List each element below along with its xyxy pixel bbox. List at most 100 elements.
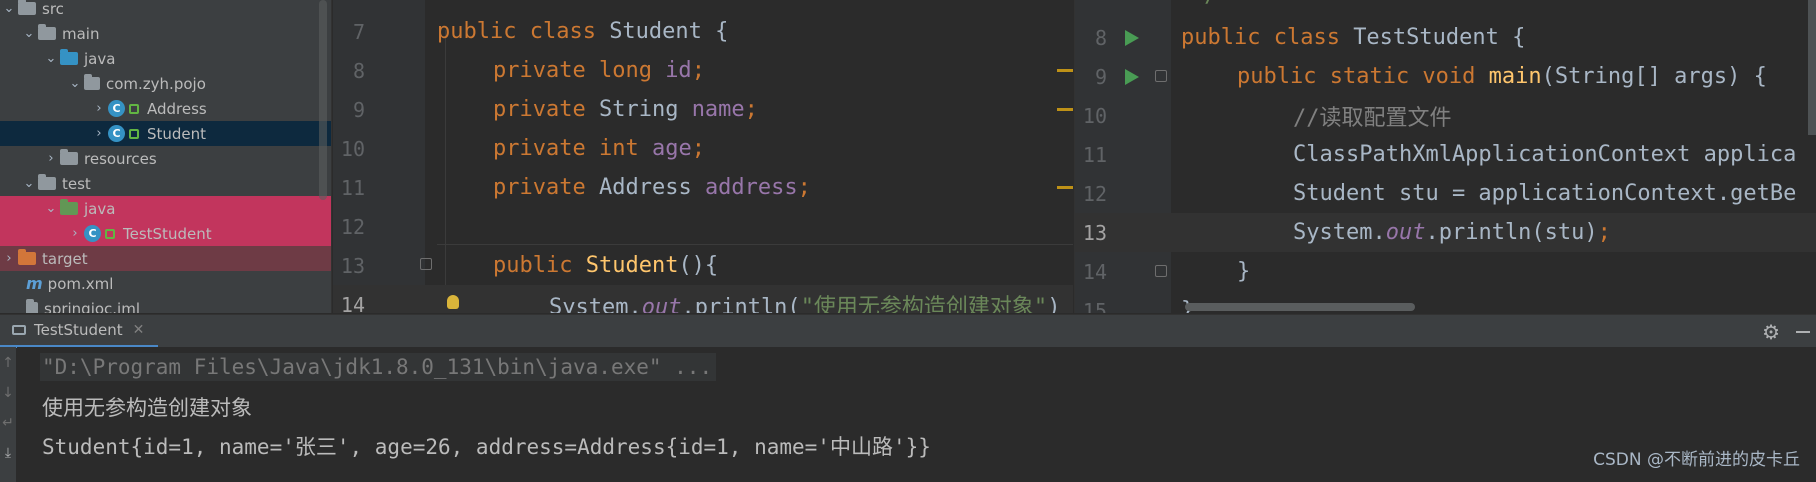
code-line[interactable]: 13 public Student(){ <box>333 246 1073 285</box>
warning-marker[interactable] <box>1057 186 1073 189</box>
code-token: System. <box>1293 220 1386 245</box>
tree-item-label: Student <box>147 124 207 143</box>
tree-item-label: TestStudent <box>123 224 212 243</box>
vertical-scrollbar[interactable] <box>1808 0 1816 135</box>
code-token: ; <box>691 58 705 83</box>
tree-item-label: resources <box>84 149 157 168</box>
code-token: private int <box>493 136 652 161</box>
tree-item-resources[interactable]: › resources <box>0 146 331 171</box>
chevron-right-icon[interactable]: › <box>66 226 84 241</box>
soft-wrap-icon[interactable]: ↵ <box>0 415 16 431</box>
minimize-icon[interactable] <box>1796 331 1810 333</box>
tree-item-test-java[interactable]: ⌄ java <box>0 196 331 221</box>
tree-item-student[interactable]: › C Student <box>0 121 331 146</box>
tree-item-iml[interactable]: springioc.iml <box>0 296 331 313</box>
run-icon[interactable] <box>1125 30 1139 46</box>
editor-student[interactable]: 7 public class Student { 8 private long … <box>333 0 1073 313</box>
fold-icon[interactable] <box>1155 70 1167 82</box>
run-tab-teststudent[interactable]: TestStudent ✕ <box>0 315 159 348</box>
line-number: 13 <box>1082 220 1107 245</box>
code-line[interactable]: 8 public class TestStudent { <box>1075 18 1816 57</box>
tree-item-src[interactable]: ⌄ src <box>0 0 331 21</box>
tree-item-pom[interactable]: m pom.xml <box>0 271 331 296</box>
code-token: private long <box>493 58 666 83</box>
chevron-right-icon[interactable]: › <box>90 101 108 116</box>
chevron-right-icon[interactable]: › <box>90 126 108 141</box>
code-line[interactable]: 7 public class Student { <box>333 12 1073 51</box>
chevron-right-icon[interactable]: › <box>42 151 60 166</box>
code-token: out <box>641 294 682 314</box>
warning-marker[interactable] <box>1057 69 1073 72</box>
tree-item-label: Address <box>147 99 207 118</box>
line-number: 13 <box>340 253 365 278</box>
code-line[interactable]: 12 <box>333 207 1073 246</box>
code-line-current[interactable]: 13 System.out.println(stu); <box>1075 213 1816 252</box>
class-icon: C <box>108 100 125 117</box>
source-folder-icon <box>60 49 78 65</box>
console-output[interactable]: "D:\Program Files\Java\jdk1.8.0_131\bin\… <box>17 347 1816 482</box>
chevron-right-icon[interactable]: › <box>0 251 18 266</box>
tree-item-main[interactable]: ⌄ main <box>0 21 331 46</box>
code-line[interactable]: 9 public static void main(String[] args)… <box>1075 57 1816 96</box>
tree-item-main-java[interactable]: ⌄ java <box>0 46 331 71</box>
code-line-current[interactable]: 14 System.out.println("使用无参构造创建对象") <box>333 285 1073 313</box>
tree-item-label: java <box>84 49 116 68</box>
scroll-to-end-icon[interactable]: ⤓ <box>0 445 16 461</box>
code-token: ; <box>797 175 811 200</box>
fold-icon[interactable] <box>420 258 432 270</box>
tree-item-package[interactable]: ⌄ com.zyh.pojo <box>0 71 331 96</box>
warning-marker[interactable] <box>1057 108 1073 111</box>
code-token: } <box>1237 259 1251 284</box>
code-line[interactable]: 10 //读取配置文件 <box>1075 96 1816 135</box>
tree-item-teststudent[interactable]: › C TestStudent <box>0 221 331 246</box>
chevron-down-icon[interactable]: ⌄ <box>42 51 60 66</box>
code-token: //读取配置文件 <box>1293 105 1452 131</box>
code-token: name <box>691 97 745 122</box>
code-token: public <box>493 253 586 278</box>
horizontal-scrollbar[interactable] <box>1185 303 1415 311</box>
tree-item-label: main <box>62 24 100 43</box>
arrow-down-icon[interactable]: ↓ <box>0 385 16 401</box>
code-line[interactable]: 14 } <box>1075 252 1816 291</box>
code-token: Student stu = applicationContext.getBe <box>1293 181 1797 206</box>
code-line[interactable]: 10 private int age; <box>333 129 1073 168</box>
lightbulb-icon[interactable] <box>447 295 459 309</box>
code-line[interactable]: 8 private long id; <box>333 51 1073 90</box>
code-token: (String[] args) { <box>1541 64 1767 89</box>
code-line[interactable]: */ <box>1075 0 1816 15</box>
run-icon[interactable] <box>1125 69 1139 85</box>
line-number: 15 <box>1082 298 1107 314</box>
tree-item-label: com.zyh.pojo <box>106 74 206 93</box>
code-token: Student <box>585 253 679 278</box>
code-line[interactable]: 11 ClassPathXmlApplicationContext applic… <box>1075 135 1816 174</box>
code-line[interactable]: 9 private String name; <box>333 90 1073 129</box>
tree-item-target[interactable]: › target <box>0 246 331 271</box>
line-number: 11 <box>1082 142 1107 167</box>
close-icon[interactable]: ✕ <box>133 322 145 338</box>
code-line[interactable]: 12 Student stu = applicationContext.getB… <box>1075 174 1816 213</box>
chevron-down-icon[interactable]: ⌄ <box>0 1 18 16</box>
chevron-down-icon[interactable]: ⌄ <box>20 26 38 41</box>
tree-item-label: springioc.iml <box>44 299 141 314</box>
line-number: 8 <box>1094 25 1107 50</box>
chevron-down-icon[interactable]: ⌄ <box>20 176 38 191</box>
code-line[interactable]: 11 private Address address; <box>333 168 1073 207</box>
chevron-down-icon[interactable]: ⌄ <box>66 76 84 91</box>
code-token: ; <box>691 136 705 161</box>
line-number: 11 <box>340 175 365 200</box>
console-output-line: Student{id=1, name='张三', age=26, address… <box>42 435 931 459</box>
resources-folder-icon <box>60 149 78 165</box>
arrow-up-icon[interactable]: ↑ <box>0 355 16 371</box>
tree-scrollbar[interactable] <box>319 0 327 200</box>
code-token: out <box>1385 220 1426 245</box>
tree-item-test[interactable]: ⌄ test <box>0 171 331 196</box>
editor-teststudent[interactable]: */ 8 public class TestStudent { 9 public… <box>1074 0 1816 313</box>
tree-item-address[interactable]: › C Address <box>0 96 331 121</box>
chevron-down-icon[interactable]: ⌄ <box>42 201 60 216</box>
line-number: 7 <box>352 19 365 44</box>
code-token: String <box>598 97 692 122</box>
gear-icon[interactable]: ⚙ <box>1762 320 1780 344</box>
fold-icon[interactable] <box>1155 265 1167 277</box>
module-file-icon <box>26 299 38 313</box>
code-token: public class <box>437 19 610 44</box>
